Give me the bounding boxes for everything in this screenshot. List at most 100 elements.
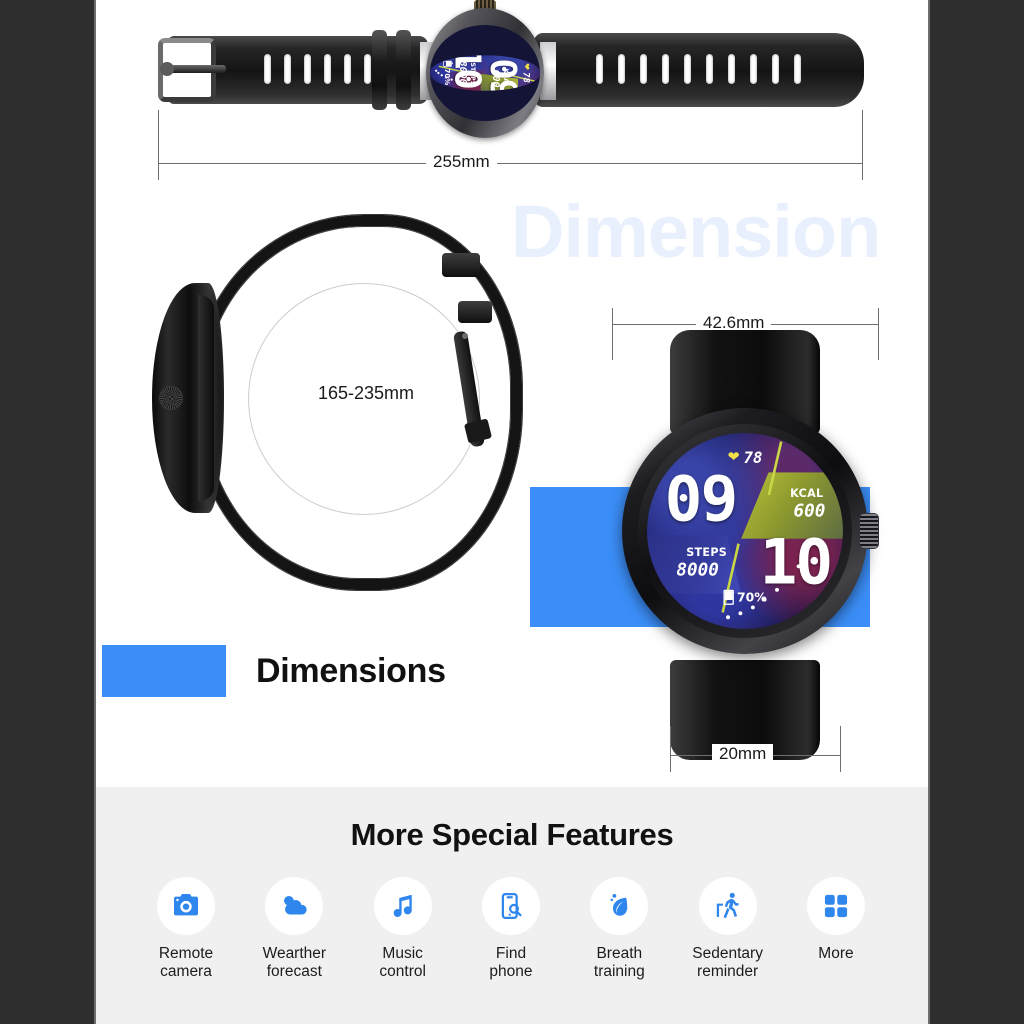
leaf-drop-icon xyxy=(590,877,649,935)
watch-face-small: ❤ 78 09 10 KCAL 600 STEPS 8000 70% xyxy=(430,55,540,91)
band-hole xyxy=(662,54,669,84)
dim-tick-right-20 xyxy=(840,726,841,772)
more-features-section: More Special Features Remote camera Wear… xyxy=(96,787,928,1024)
steps-value: 8000 xyxy=(676,559,719,580)
feature-label: Remote camera xyxy=(134,945,238,982)
feature-label: Find phone xyxy=(459,945,563,982)
feature-label-line2: training xyxy=(593,963,645,981)
feature-label: Wearther forecast xyxy=(242,945,346,982)
band-hole xyxy=(324,54,331,84)
features-title: More Special Features xyxy=(350,817,674,852)
grid-squares-icon xyxy=(806,877,865,935)
feature-sedentary-reminder[interactable]: Sedentary reminder xyxy=(676,877,780,982)
band-hole xyxy=(596,54,603,84)
band-hole xyxy=(264,54,271,84)
feature-label-line2: phone xyxy=(489,963,533,981)
dim-tick-left-255 xyxy=(158,110,159,180)
music-note-icon xyxy=(373,877,432,935)
dimensions-heading: Dimensions xyxy=(102,645,446,697)
flat-watch-illustration: ❤ 78 09 10 KCAL 600 STEPS 8000 70% xyxy=(96,0,928,200)
band-hole xyxy=(284,54,291,84)
feature-label-line2: camera xyxy=(160,963,212,981)
feature-label-line2: control xyxy=(379,963,426,981)
band-hole xyxy=(364,54,371,84)
watch-case-front: ❤ 78 09 10 KCAL 600 STEPS 8000 70% xyxy=(622,408,868,654)
feature-label: Sedentary reminder xyxy=(676,945,780,982)
feature-label-line1: Sedentary xyxy=(692,945,763,962)
watch-front-illustration: ❤ 78 09 10 KCAL 600 STEPS 8000 70% xyxy=(616,330,878,760)
crown-icon xyxy=(160,387,182,409)
band-hole xyxy=(640,54,647,84)
feature-label-line2: forecast xyxy=(266,963,322,981)
kcal-label: KCAL xyxy=(502,68,510,88)
band-hole xyxy=(344,54,351,84)
crown-icon xyxy=(860,514,878,548)
progress-dot-arc xyxy=(721,531,843,629)
watch-bezel: ❤ 78 09 10 KCAL 600 STEPS 8000 70% xyxy=(638,424,852,638)
band-keeper xyxy=(442,253,480,277)
dimension-watermark: Dimension xyxy=(511,190,881,273)
dim-tick-right-426 xyxy=(878,308,879,360)
feature-label-line1: Wearther xyxy=(262,945,327,962)
watch-head-flat: ❤ 78 09 10 KCAL 600 STEPS 8000 70% xyxy=(426,8,544,138)
walking-person-icon xyxy=(698,877,757,935)
band-hole xyxy=(794,54,801,84)
dim-line-255 xyxy=(158,163,862,164)
dim-tick-left-20 xyxy=(670,726,671,772)
dim-tick-left-426 xyxy=(612,308,613,360)
feature-label: Breath training xyxy=(567,945,671,982)
infographic-root: Dimension ❤ 78 09 10 KCAL 600 STEPS 8000… xyxy=(0,0,1024,1024)
feature-label-line1: More xyxy=(818,945,854,962)
feature-label: Music control xyxy=(351,945,455,982)
band-keeper xyxy=(372,30,387,110)
cloud-icon xyxy=(265,877,324,935)
heading-accent-bar xyxy=(102,645,226,697)
page-edge-right xyxy=(928,0,930,1024)
band-hole xyxy=(618,54,625,84)
feature-music-control[interactable]: Music control xyxy=(351,877,455,982)
feature-breath-training[interactable]: Breath training xyxy=(567,877,671,982)
hour-value: 09 xyxy=(664,462,739,536)
band-keeper xyxy=(458,301,492,323)
features-row: Remote camera Wearther forecast Music co… xyxy=(96,853,928,982)
dim-label-circumference: 165-235mm xyxy=(317,383,415,403)
band-tail-hole xyxy=(462,333,468,339)
product-page: Dimension ❤ 78 09 10 KCAL 600 STEPS 8000… xyxy=(96,0,928,1024)
band-hole xyxy=(706,54,713,84)
kcal-value: 600 xyxy=(490,69,503,88)
feature-label-line1: Remote xyxy=(158,945,214,962)
side-profile-illustration: 165-235mm xyxy=(136,205,536,605)
band-hole xyxy=(750,54,757,84)
kcal-label: KCAL xyxy=(790,486,824,500)
feature-find-phone[interactable]: Find phone xyxy=(459,877,563,982)
watch-screen-flat: ❤ 78 09 10 KCAL 600 STEPS 8000 70% xyxy=(430,25,540,121)
feature-more[interactable]: More xyxy=(784,877,888,982)
phone-search-icon xyxy=(481,877,540,935)
dimensions-heading-text: Dimensions xyxy=(256,651,446,690)
band-hole xyxy=(684,54,691,84)
feature-weather-forecast[interactable]: Wearther forecast xyxy=(242,877,346,982)
band-hole xyxy=(772,54,779,84)
page-edge-left xyxy=(94,0,96,1024)
watch-screen: ❤ 78 09 10 KCAL 600 STEPS 8000 70% xyxy=(647,433,843,629)
band-hole xyxy=(728,54,735,84)
band-hole xyxy=(304,54,311,84)
watch-case-edge xyxy=(198,295,214,501)
dim-label-20mm: 20mm xyxy=(712,744,774,764)
feature-label-line1: Breath xyxy=(596,945,643,962)
kcal-value: 600 xyxy=(793,500,826,521)
feature-remote-camera[interactable]: Remote camera xyxy=(134,877,238,982)
feature-label-line1: Find xyxy=(495,945,527,962)
feature-label-line2: reminder xyxy=(697,963,759,981)
feature-label-line1: Music xyxy=(382,945,423,962)
dim-tick-right-255 xyxy=(862,110,863,180)
camera-icon xyxy=(157,877,215,935)
watch-band-right xyxy=(534,33,864,107)
battery-icon xyxy=(443,60,452,67)
watch-face-large: ❤ 78 09 10 KCAL 600 STEPS 8000 70% xyxy=(647,433,843,629)
feature-label: More xyxy=(784,945,888,963)
dim-label-255mm: 255mm xyxy=(426,152,497,172)
buckle-pin xyxy=(160,62,174,76)
heart-rate-value: 78 xyxy=(743,448,763,467)
progress-dot-arc xyxy=(430,69,485,91)
